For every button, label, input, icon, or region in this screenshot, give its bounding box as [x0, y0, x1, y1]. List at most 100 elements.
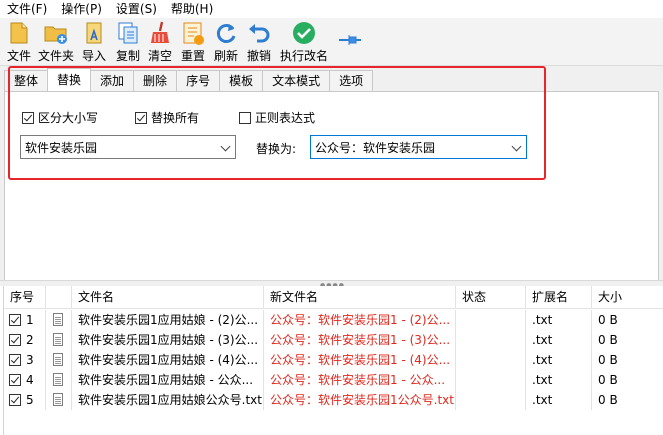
checkbox-checked-icon	[135, 111, 147, 124]
row-size: 0 B	[598, 333, 618, 347]
row-extension: .txt	[526, 370, 592, 390]
replace-all-checkbox[interactable]: 替换所有	[135, 109, 199, 126]
tab-options[interactable]: 选项	[329, 70, 374, 91]
chevron-down-icon[interactable]	[220, 141, 231, 152]
tab-text-mode[interactable]: 文本模式	[262, 70, 331, 91]
case-sensitive-checkbox[interactable]: 区分大小写	[22, 109, 98, 126]
import-icon	[81, 20, 107, 46]
row-size: 0 B	[598, 353, 618, 367]
toolbar: 文件 文件夹 导入 复制 清空 重置 刷新 撤销 执行改名	[0, 18, 663, 66]
table-row[interactable]: 5 软件安装乐园1应用姑娘公众号.txt 公众号：软件安装乐园1公众号.txt …	[4, 390, 663, 410]
column-header-size[interactable]: 大小	[592, 286, 663, 308]
column-header-status[interactable]: 状态	[456, 286, 526, 308]
column-header-extension[interactable]: 扩展名	[526, 286, 592, 308]
text-file-icon	[53, 333, 63, 346]
menu-settings[interactable]: 设置(S)	[109, 0, 164, 18]
undo-icon	[246, 20, 272, 46]
row-new-filename: 公众号：软件安装乐园1 - (4)公...	[264, 350, 456, 370]
row-new-filename: 公众号：软件安装乐园1 - (3)公...	[264, 330, 456, 350]
row-filename: 软件安装乐园1应用姑娘 - 公众...	[72, 370, 264, 390]
replace-with-combo[interactable]: 公众号：软件安装乐园	[310, 135, 527, 159]
replace-with-label: 替换为:	[256, 142, 297, 156]
refresh-button[interactable]: 刷新	[213, 20, 239, 64]
row-size: 0 B	[598, 313, 618, 327]
row-extension: .txt	[526, 330, 592, 350]
find-combo[interactable]: 软件安装乐园	[20, 135, 236, 159]
row-filename: 软件安装乐园1应用姑娘公众号.txt	[72, 390, 264, 410]
row-status	[456, 310, 526, 330]
checkbox-checked-icon[interactable]	[9, 394, 21, 406]
broom-icon	[147, 20, 173, 46]
pin-button[interactable]	[337, 32, 363, 58]
options-area: 整体 替换 添加 删除 序号 模板 文本模式 选项 区分大小写 替换所有 正则表…	[0, 66, 663, 281]
row-size: 0 B	[598, 393, 618, 407]
row-index: 3	[4, 350, 46, 370]
checkbox-checked-icon	[22, 111, 34, 124]
row-index: 2	[4, 330, 46, 350]
table-row[interactable]: 1 软件安装乐园1应用姑娘 - (2)公... 公众号：软件安装乐园1 - (2…	[4, 310, 663, 330]
table-row[interactable]: 3 软件安装乐园1应用姑娘 - (4)公... 公众号：软件安装乐园1 - (4…	[4, 350, 663, 370]
tab-overall[interactable]: 整体	[4, 70, 49, 91]
column-header-new-filename[interactable]: 新文件名	[264, 286, 456, 308]
undo-button[interactable]: 撤销	[246, 20, 272, 64]
menu-file[interactable]: 文件(F)	[0, 0, 54, 18]
reset-icon	[180, 20, 206, 46]
refresh-icon	[213, 20, 239, 46]
column-header-icon[interactable]	[46, 286, 72, 308]
tab-sequence[interactable]: 序号	[176, 70, 221, 91]
column-header-index[interactable]: 序号	[4, 286, 46, 308]
checkbox-checked-icon[interactable]	[9, 334, 21, 346]
tab-template[interactable]: 模板	[219, 70, 264, 91]
text-file-icon	[53, 353, 63, 366]
table-row[interactable]: 2 软件安装乐园1应用姑娘 - (3)公... 公众号：软件安装乐园1 - (3…	[4, 330, 663, 350]
checkbox-checked-icon[interactable]	[9, 314, 21, 326]
row-extension: .txt	[526, 350, 592, 370]
row-index: 1	[4, 310, 46, 330]
row-status	[456, 370, 526, 390]
tab-add[interactable]: 添加	[90, 70, 135, 91]
regex-checkbox[interactable]: 正则表达式	[239, 109, 315, 126]
row-new-filename: 公众号：软件安装乐园1公众号.txt	[264, 390, 456, 410]
folder-button[interactable]: 文件夹	[38, 20, 74, 64]
check-icon	[291, 20, 317, 46]
menu-help[interactable]: 帮助(H)	[164, 0, 220, 18]
tab-strip: 整体 替换 添加 删除 序号 模板 文本模式 选项	[4, 68, 374, 92]
row-status	[456, 330, 526, 350]
execute-rename-button[interactable]: 执行改名	[280, 20, 328, 64]
text-file-icon	[53, 313, 63, 326]
row-status	[456, 350, 526, 370]
file-button[interactable]: 文件	[6, 20, 32, 64]
table-row[interactable]: 4 软件安装乐园1应用姑娘 - 公众... 公众号：软件安装乐园1 - 公众..…	[4, 370, 663, 390]
import-button[interactable]: 导入	[81, 20, 107, 64]
row-extension: .txt	[526, 310, 592, 330]
file-icon	[6, 20, 32, 46]
file-icon-cell	[46, 390, 72, 410]
row-size: 0 B	[598, 373, 618, 387]
pin-icon	[337, 32, 363, 58]
menu-bar: 文件(F) 操作(P) 设置(S) 帮助(H)	[0, 0, 663, 18]
tab-replace[interactable]: 替换	[47, 68, 92, 91]
text-file-icon	[53, 373, 63, 386]
row-new-filename: 公众号：软件安装乐园1 - (2)公...	[264, 310, 456, 330]
file-icon-cell	[46, 330, 72, 350]
file-icon-cell	[46, 310, 72, 330]
column-header-filename[interactable]: 文件名	[72, 286, 264, 308]
row-filename: 软件安装乐园1应用姑娘 - (2)公...	[72, 310, 264, 330]
checkbox-checked-icon[interactable]	[9, 354, 21, 366]
menu-operation[interactable]: 操作(P)	[54, 0, 109, 18]
row-index: 5	[4, 390, 46, 410]
clear-button[interactable]: 清空	[147, 20, 173, 64]
file-icon-cell	[46, 370, 72, 390]
file-icon-cell	[46, 350, 72, 370]
row-filename: 软件安装乐园1应用姑娘 - (4)公...	[72, 350, 264, 370]
tab-delete[interactable]: 删除	[133, 70, 178, 91]
file-list-header: 序号 文件名 新文件名 状态 扩展名 大小	[4, 286, 663, 309]
row-extension: .txt	[526, 390, 592, 410]
checkbox-checked-icon[interactable]	[9, 374, 21, 386]
row-index: 4	[4, 370, 46, 390]
copy-button[interactable]: 复制	[115, 20, 141, 64]
text-file-icon	[53, 393, 63, 406]
chevron-down-icon[interactable]	[511, 141, 522, 152]
reset-button[interactable]: 重置	[180, 20, 206, 64]
row-new-filename: 公众号：软件安装乐园1 - 公众...	[264, 370, 456, 390]
